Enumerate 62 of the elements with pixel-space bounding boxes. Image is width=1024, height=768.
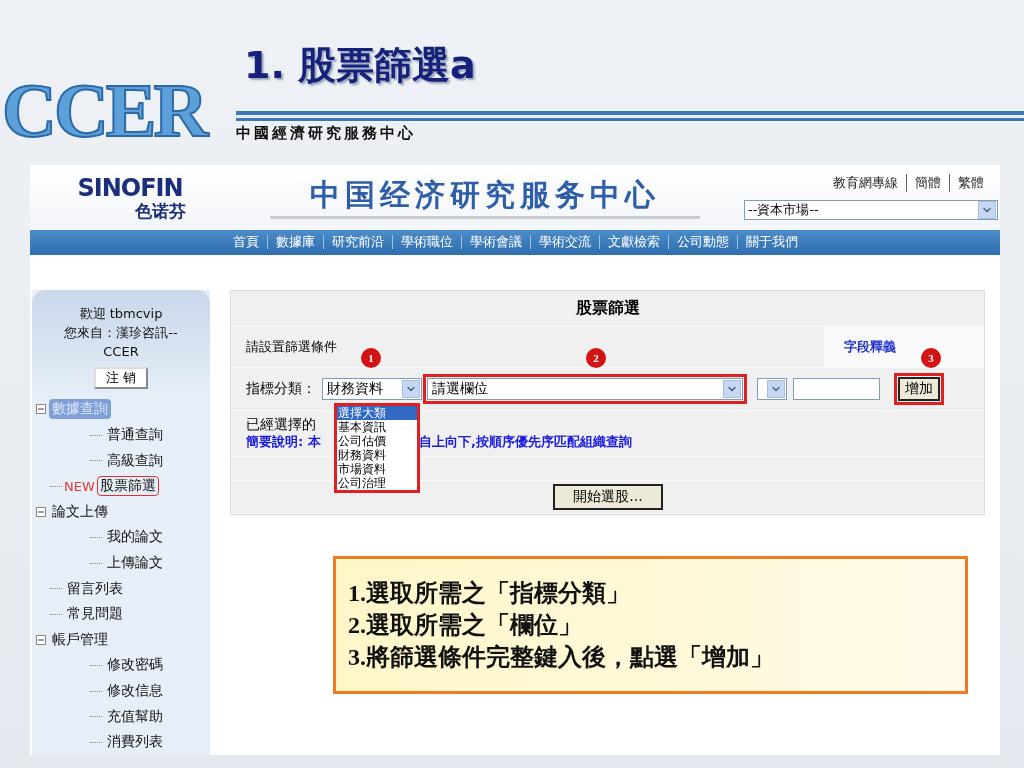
form-prompt: 請設置篩選條件 [245,337,338,356]
selected-label: 已經選擇的 [246,416,316,434]
instruction-step: 2.選取所需之「欄位」 [348,609,953,640]
instruction-step: 1.選取所需之「指標分類」 [348,577,953,608]
chevron-down-icon[interactable] [723,379,741,398]
sidebar-item[interactable]: 常見問題 [64,604,126,625]
value-input[interactable] [793,377,880,400]
sidebar-item[interactable]: 充值幫助 [104,706,166,727]
add-button[interactable]: 增加 [898,376,940,401]
sidebar-item[interactable]: 留言列表 [64,578,126,599]
chevron-down-icon[interactable] [978,201,996,220]
nav-link[interactable]: 公司動態 [667,235,737,250]
origin-org: CCER [103,342,139,361]
category-select[interactable]: 財務資料 [322,377,422,400]
sidebar-item[interactable]: 高級查詢 [104,450,166,471]
market-select[interactable]: --資本市場-- [744,200,998,221]
brand-logo: SINOFIN [77,174,183,203]
collapse-icon[interactable] [36,634,46,645]
slide-subtitle: 中國經濟研究服務中心 [236,124,417,143]
chevron-down-icon[interactable] [767,379,785,398]
nav-link[interactable]: 研究前沿 [322,235,392,250]
sidebar-item[interactable]: 上傳論文 [104,553,166,574]
welcome-text: 歡迎 tbmcvip [79,304,163,323]
sidebar-item[interactable]: 修改信息 [104,681,166,701]
origin-text: 您來自：漢珍咨訊-- [64,323,178,342]
collapse-icon[interactable] [36,506,46,517]
field-select[interactable]: 請選欄位 [427,377,743,400]
nav-link[interactable]: 關于我們 [736,235,806,250]
sidebar-item[interactable]: 帳戶管理 [49,629,111,650]
banner-title: 中国经济研究服务中心 [270,175,700,220]
sidebar-item[interactable]: 消費列表 [104,732,166,753]
note-text: 簡要說明: 本 [246,433,321,451]
form-title: 股票篩選 [574,297,641,319]
top-link[interactable]: 簡體 [906,174,949,193]
sidebar-item[interactable]: 普通查詢 [104,425,166,446]
nav-link[interactable]: 首頁 [224,235,267,250]
dropdown-option[interactable]: 選擇大類 [337,405,417,420]
nav-link[interactable]: 學術會議 [460,235,530,250]
brand-name: 色诺芬 [134,202,186,221]
operator-select[interactable] [757,377,787,400]
step-badge: 2 [586,347,606,368]
top-link[interactable]: 繁體 [949,174,992,193]
logo: CCER [2,70,208,150]
sidebar-item[interactable]: 股票篩選 [96,476,159,497]
indicator-label: 指標分類： [245,379,316,398]
slide-title: 1. 股票篩選a [243,42,477,89]
note-text: 自上向下,按順序優先序匹配組織查詢 [419,433,632,451]
chevron-down-icon[interactable] [402,379,420,398]
instruction-step: 3.將篩選條件完整鍵入後，點選「增加」 [348,641,953,672]
logout-button[interactable]: 注 销 [93,366,149,389]
nav-link[interactable]: 學術職位 [391,235,461,250]
new-tag: NEW [64,478,95,494]
sidebar-item[interactable]: 修改密碼 [104,655,166,676]
start-button[interactable]: 開始選股... [553,483,663,510]
nav-link[interactable]: 學術交流 [529,235,599,250]
step-badge: 1 [361,347,381,368]
nav-link[interactable]: 數據庫 [266,235,323,250]
nav-link[interactable]: 文獻檢索 [598,235,668,250]
top-link[interactable]: 教育網專線 [825,174,906,193]
sidebar-item[interactable]: 論文上傳 [49,501,111,522]
collapse-icon[interactable] [36,404,46,415]
sidebar-item[interactable]: 我的論文 [104,527,166,548]
